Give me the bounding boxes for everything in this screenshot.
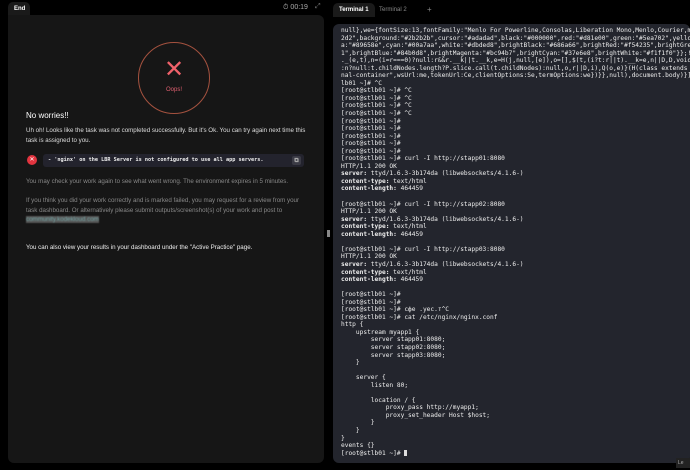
terminal-line: events {} [341,442,375,450]
terminal-line: } [341,426,360,434]
add-tab-button[interactable]: + [421,3,438,17]
terminal-line: } [341,359,360,367]
terminal-line: } [341,419,375,427]
result-card: ✕ Oops! [8,15,324,463]
terminal-line: content-length: 464459 [341,185,423,193]
terminal-panel: Terminal 1 Terminal 2 + null},we={fontSi… [333,0,690,470]
dashboard-text: You can also view your results in your d… [26,244,253,251]
terminal-line: http { [341,321,364,329]
copy-icon[interactable]: ⧉ [292,156,301,165]
terminal-line: [root@stlb01 ~]# cat /etc/nginx/nginx.co… [341,313,498,321]
tab-terminal-2[interactable]: Terminal 2 [373,3,413,17]
terminal-line: HTTP/1.1 200 OK [341,253,397,261]
terminal-line: HTTP/1.1 200 OK [341,162,397,170]
terminal-line: server: ttyd/1.6.3-3b174da (libwebsocket… [341,215,524,223]
terminal-line: [root@stlb01 ~]# [341,117,401,125]
terminal-line: [root@stlb01 ~]# [341,291,401,299]
terminal-line: [root@stlb01 ~]# ^C [341,87,412,95]
terminal-line: a:"#89658e",cyan:"#00a7aa",white:"#dbded… [341,42,690,50]
terminal-line: [root@stlb01 ~]# [341,147,401,155]
error-message: - 'nginx' on the LBR Server is not confi… [48,157,264,163]
terminal-line: server { [341,374,386,382]
terminal-line: [root@stlb01 ~]# cфe .yec.т^C [341,306,450,314]
terminal-line: content-type: text/html [341,268,427,276]
terminal-line: content-length: 464459 [341,230,423,238]
terminal-line: [root@stlb01 ~]# ^C [341,94,412,102]
timer-value: 00:19 [290,4,308,11]
intro-text: Uh oh! Looks like the task was not compl… [26,127,306,144]
community-link[interactable]: community.kodekloud.com [26,216,99,223]
terminal-line: server stapp02:8080; [341,343,446,351]
tab-terminal-1[interactable]: Terminal 1 [333,3,375,17]
task-result-panel: End ⏱ 00:19 ⤢ ✕ Oops! No worries!! Uh oh… [0,0,330,470]
tab-end[interactable]: End [8,2,30,16]
error-icon: ✕ [27,155,37,165]
terminal-line: location / { [341,396,416,404]
terminal-output[interactable]: null},we={fontSize:13,fontFamily:"Menlo … [333,24,690,463]
terminal-line: 2d2",background:"#2b2b2b",cursor:"#adada… [341,34,690,42]
terminal-line: null},we={fontSize:13,fontFamily:"Menlo … [341,27,690,34]
panel-resize-handle[interactable] [327,230,330,237]
terminal-line: ._(e,t),n=(i=r===0)?null:r&&r.__k||t.__k… [341,57,690,65]
terminal-line: nal-container",wsUrl:me,tokenUrl:Ce,clie… [341,72,690,80]
terminal-line: [root@stlb01 ~]# ^C [341,102,412,110]
failure-badge: ✕ Oops! [138,42,210,114]
status-label: Oops! [165,87,182,93]
terminal-line: listen 80; [341,381,409,389]
terminal-line: [root@stlb01 ~]# [341,132,401,140]
clock-icon: ⏱ [283,4,289,11]
corner-label: Le [676,458,690,468]
review-body: If you think you did your work correctly… [26,197,300,214]
result-heading: No worries!! [26,111,69,120]
terminal-line: :n?null:t.childNodes.length?P.slice.call… [341,64,690,72]
terminal-line: upstream myapp1 { [341,328,420,336]
terminal-line: content-length: 464459 [341,276,423,284]
terminal-line: [root@stlb01 ~]# curl -I http://stapp01:… [341,155,505,163]
expand-icon[interactable]: ⤢ [315,3,321,11]
check-text: You may check your work again to see wha… [26,178,289,185]
terminal-line: lb01 ~]# ^C [341,79,382,87]
terminal-line: content-type: text/html [341,177,427,185]
terminal-line: [root@stlb01 ~]# ^C [341,110,412,118]
terminal-line: [root@stlb01 ~]# curl -I http://stapp02:… [341,200,505,208]
terminal-line: } [341,434,345,442]
terminal-line: content-type: text/html [341,223,427,231]
terminal-line: [root@stlb01 ~]# [341,140,401,148]
close-icon: ✕ [163,56,185,83]
terminal-cursor [404,449,408,456]
terminal-line: proxy_set_header Host $host; [341,411,491,419]
terminal-line: [root@stlb01 ~]# [341,125,401,133]
terminal-line: server stapp03:8080; [341,351,446,359]
terminal-line: proxy_pass http://myapp1; [341,404,479,412]
terminal-line: [root@stlb01 ~]# [341,449,690,458]
terminal-line: server: ttyd/1.6.3-3b174da (libwebsocket… [341,260,524,268]
review-text: If you think you did your work correctly… [26,196,306,225]
timer: ⏱ 00:19 [283,4,308,12]
terminal-line: server: ttyd/1.6.3-3b174da (libwebsocket… [341,170,524,178]
terminal-line: server stapp01:8080; [341,336,446,344]
error-message-box: - 'nginx' on the LBR Server is not confi… [43,154,304,167]
terminal-line: [root@stlb01 ~]# curl -I http://stapp03:… [341,245,505,253]
terminal-line: HTTP/1.1 200 OK [341,208,397,216]
terminal-line: 1",brightBlue:"#84b0d8",brightMagenta:"#… [341,49,690,57]
